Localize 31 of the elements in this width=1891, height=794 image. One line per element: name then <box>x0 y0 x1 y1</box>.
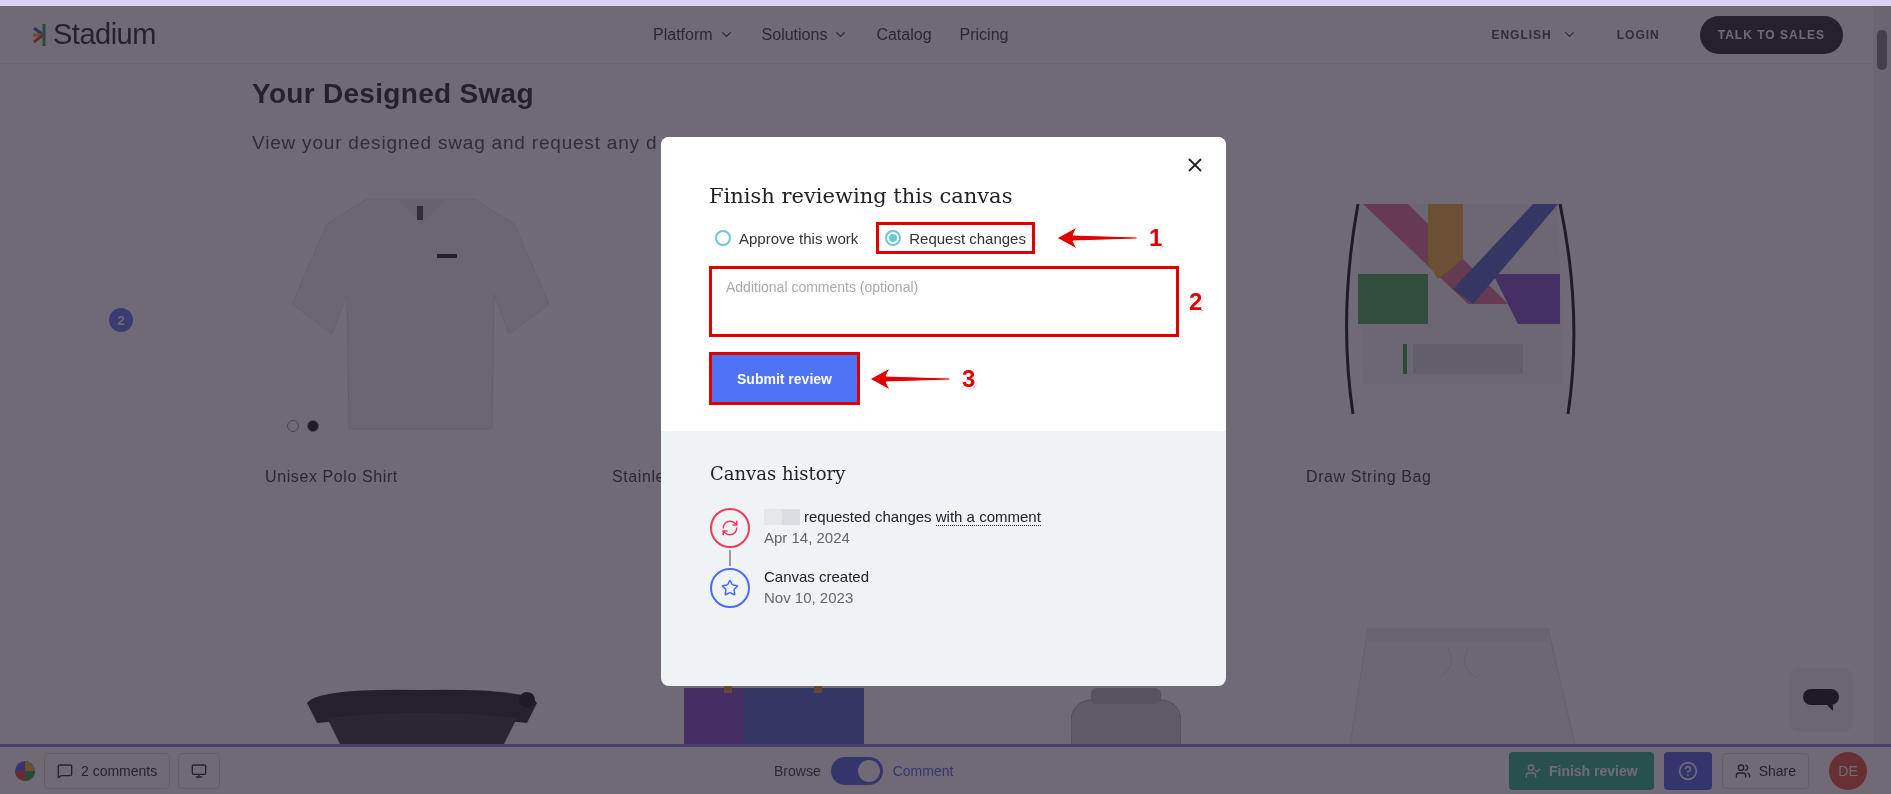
radio-option[interactable]: Approve this work <box>709 225 865 251</box>
dialog-title: Finish reviewing this canvas <box>709 184 1014 208</box>
event-date: Apr 14, 2024 <box>764 529 851 546</box>
nav-link[interactable]: Solutions <box>761 25 849 44</box>
event-text: requested changes with a comment <box>804 508 1041 525</box>
nav-link[interactable]: Pricing <box>959 25 1009 44</box>
event-date: Nov 10, 2023 <box>764 589 855 606</box>
submit-review-button[interactable]: Submit review <box>712 355 857 402</box>
radio-option[interactable]: Request changes <box>879 225 1032 251</box>
event-text: Canvas created <box>764 568 870 585</box>
user-avatar[interactable]: DE <box>1829 751 1867 790</box>
page-subtitle: View your designed swag and request any d <box>252 132 659 154</box>
logo-text: Stadium <box>53 18 156 51</box>
mode-label: Browse <box>774 762 821 779</box>
section-title: Canvas history <box>710 463 847 484</box>
comment-link[interactable]: with a comment <box>935 508 1041 526</box>
nav-link[interactable]: Platform <box>653 25 734 44</box>
finish-review-button[interactable]: Finish review <box>1508 751 1654 790</box>
annotation-number: 1 <box>1148 224 1163 252</box>
annotation-number: 2 <box>1189 287 1203 316</box>
share-button[interactable]: Share <box>1721 752 1809 789</box>
mode-label: Comment <box>892 762 954 779</box>
talk-to-sales-button[interactable]: TALK TO SALES <box>1699 15 1843 54</box>
language-selector[interactable]: ENGLISH <box>1491 27 1577 42</box>
login-link[interactable]: LOGIN <box>1616 27 1660 42</box>
product-name: Draw String Bag <box>1306 468 1432 486</box>
nav-link[interactable]: Catalog <box>876 25 932 44</box>
comments-button[interactable]: 2 comments <box>44 752 171 789</box>
product-name: Unisex Polo Shirt <box>265 468 398 486</box>
annotation-number: 3 <box>962 364 976 393</box>
page-title: Your Designed Swag <box>252 78 535 110</box>
